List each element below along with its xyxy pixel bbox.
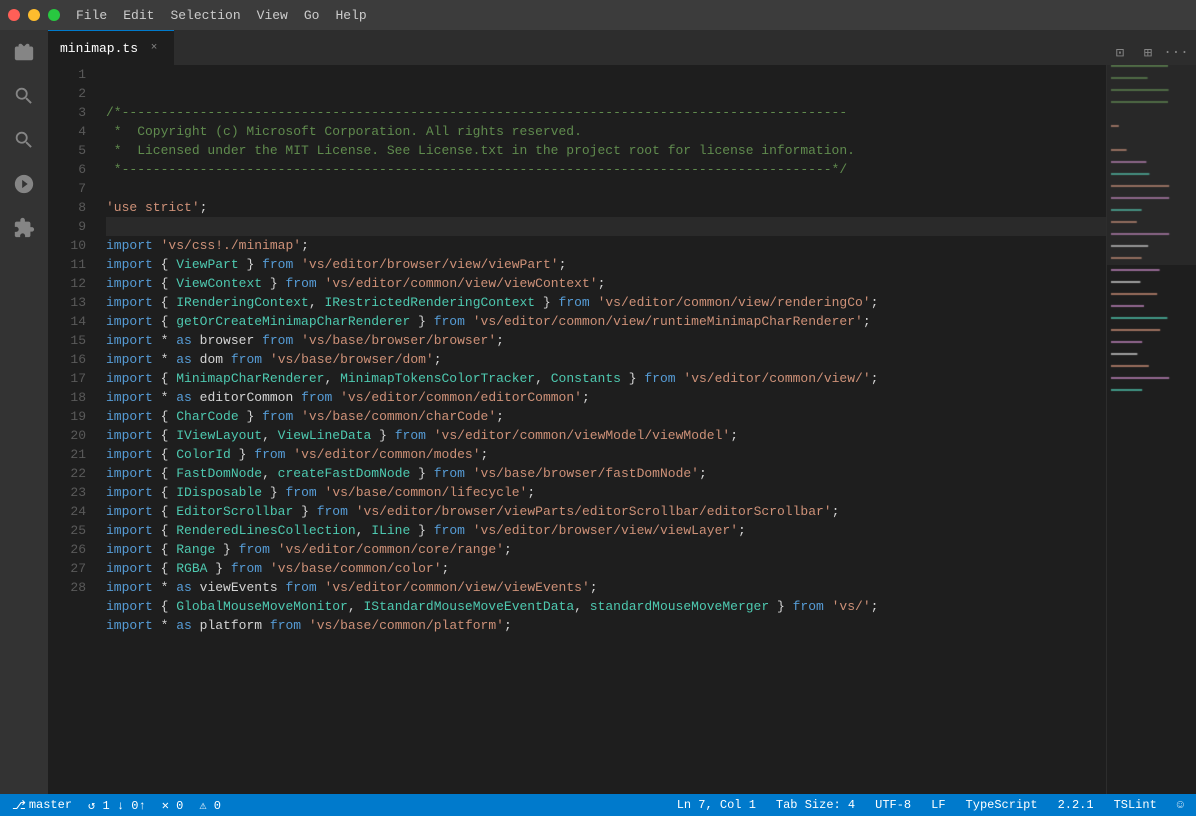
- tab-bar: minimap.ts × ⊡ ⊞ ···: [48, 30, 1196, 65]
- git-branch-icon: ⎇: [12, 798, 26, 813]
- code-editor: 1234567891011121314151617181920212223242…: [48, 65, 1196, 794]
- editor-area: minimap.ts × ⊡ ⊞ ··· 1234567891011121314…: [48, 30, 1196, 794]
- tab-size-label: Tab Size: 4: [776, 798, 855, 812]
- code-line-26: import * as viewEvents from 'vs/editor/c…: [106, 578, 1106, 597]
- linter[interactable]: TSLint: [1110, 794, 1161, 816]
- tab-minimap[interactable]: minimap.ts ×: [48, 30, 174, 65]
- minimap-viewport: [1107, 65, 1196, 265]
- code-line-22: import { EditorScrollbar } from 'vs/edit…: [106, 502, 1106, 521]
- sync-status[interactable]: ↺ 1 ↓ 0↑: [84, 794, 150, 816]
- branch-status[interactable]: ⎇ master: [8, 794, 76, 816]
- code-line-24: import { Range } from 'vs/editor/common/…: [106, 540, 1106, 559]
- tab-filename: minimap.ts: [60, 41, 138, 56]
- code-line-5: [106, 179, 1106, 198]
- position-label: Ln 7, Col 1: [677, 798, 756, 812]
- code-line-11: import { IRenderingContext, IRestrictedR…: [106, 293, 1106, 312]
- language-label: TypeScript: [966, 798, 1038, 812]
- menu-go[interactable]: Go: [304, 8, 320, 23]
- cursor-position[interactable]: Ln 7, Col 1: [673, 794, 760, 816]
- main-container: minimap.ts × ⊡ ⊞ ··· 1234567891011121314…: [0, 30, 1196, 794]
- status-right: Ln 7, Col 1 Tab Size: 4 UTF-8 LF TypeScr…: [673, 794, 1188, 816]
- code-line-20: import { FastDomNode, createFastDomNode …: [106, 464, 1106, 483]
- menu-help[interactable]: Help: [335, 8, 366, 23]
- tab-close-button[interactable]: ×: [146, 40, 162, 56]
- code-line-4: *---------------------------------------…: [106, 160, 1106, 179]
- code-line-13: import * as browser from 'vs/base/browse…: [106, 331, 1106, 350]
- errors-status[interactable]: ✕ 0: [158, 794, 188, 816]
- encoding-label: UTF-8: [875, 798, 911, 812]
- activity-search[interactable]: [10, 82, 38, 110]
- feedback[interactable]: ☺: [1173, 794, 1188, 816]
- code-line-27: import { GlobalMouseMoveMonitor, IStanda…: [106, 597, 1106, 616]
- code-line-23: import { RenderedLinesCollection, ILine …: [106, 521, 1106, 540]
- titlebar: File Edit Selection View Go Help: [0, 0, 1196, 30]
- smiley-icon: ☺: [1177, 798, 1184, 812]
- menu-selection[interactable]: Selection: [170, 8, 240, 23]
- activity-source-control[interactable]: [10, 126, 38, 154]
- tab-actions: ⊡ ⊞ ···: [1108, 41, 1196, 65]
- encoding[interactable]: UTF-8: [871, 794, 915, 816]
- code-line-15: import { MinimapCharRenderer, MinimapTok…: [106, 369, 1106, 388]
- code-line-19: import { ColorId } from 'vs/editor/commo…: [106, 445, 1106, 464]
- code-line-16: import * as editorCommon from 'vs/editor…: [106, 388, 1106, 407]
- code-line-3: * Licensed under the MIT License. See Li…: [106, 141, 1106, 160]
- menu-file[interactable]: File: [76, 8, 107, 23]
- code-line-10: import { ViewContext } from 'vs/editor/c…: [106, 274, 1106, 293]
- sync-label: ↺ 1 ↓ 0↑: [88, 798, 146, 813]
- line-numbers: 1234567891011121314151617181920212223242…: [48, 65, 98, 794]
- code-line-8: import 'vs/css!./minimap';: [106, 236, 1106, 255]
- code-line-7: [106, 217, 1106, 236]
- code-line-1: /*--------------------------------------…: [106, 103, 1106, 122]
- code-line-9: import { ViewPart } from 'vs/editor/brow…: [106, 255, 1106, 274]
- line-ending-label: LF: [931, 798, 945, 812]
- code-line-2: * Copyright (c) Microsoft Corporation. A…: [106, 122, 1106, 141]
- status-bar: ⎇ master ↺ 1 ↓ 0↑ ✕ 0 ⚠ 0 Ln 7, Col 1 Ta…: [0, 794, 1196, 816]
- maximize-button[interactable]: [48, 9, 60, 21]
- errors-label: ✕ 0: [162, 798, 184, 813]
- ts-version[interactable]: 2.2.1: [1054, 794, 1098, 816]
- tab-size[interactable]: Tab Size: 4: [772, 794, 859, 816]
- code-line-18: import { IViewLayout, ViewLineData } fro…: [106, 426, 1106, 445]
- activity-extensions[interactable]: [10, 214, 38, 242]
- more-actions-button[interactable]: ···: [1164, 41, 1188, 65]
- menu-view[interactable]: View: [257, 8, 288, 23]
- minimize-button[interactable]: [28, 9, 40, 21]
- linter-label: TSLint: [1114, 798, 1157, 812]
- code-line-14: import * as dom from 'vs/base/browser/do…: [106, 350, 1106, 369]
- code-line-12: import { getOrCreateMinimapCharRenderer …: [106, 312, 1106, 331]
- code-line-28: import * as platform from 'vs/base/commo…: [106, 616, 1106, 635]
- menu-edit[interactable]: Edit: [123, 8, 154, 23]
- close-button[interactable]: [8, 9, 20, 21]
- code-line-21: import { IDisposable } from 'vs/base/com…: [106, 483, 1106, 502]
- layout-button[interactable]: ⊞: [1136, 41, 1160, 65]
- branch-name: master: [29, 798, 72, 812]
- warnings-label: ⚠ 0: [199, 798, 221, 813]
- minimap[interactable]: [1106, 65, 1196, 794]
- line-ending[interactable]: LF: [927, 794, 949, 816]
- activity-explorer[interactable]: [10, 38, 38, 66]
- code-line-25: import { RGBA } from 'vs/base/common/col…: [106, 559, 1106, 578]
- activity-debug[interactable]: [10, 170, 38, 198]
- code-content[interactable]: /*--------------------------------------…: [98, 65, 1106, 794]
- warnings-status[interactable]: ⚠ 0: [195, 794, 225, 816]
- activity-bar: [0, 30, 48, 794]
- code-line-17: import { CharCode } from 'vs/base/common…: [106, 407, 1106, 426]
- status-left: ⎇ master ↺ 1 ↓ 0↑ ✕ 0 ⚠ 0: [8, 794, 225, 816]
- ts-version-label: 2.2.1: [1058, 798, 1094, 812]
- language-mode[interactable]: TypeScript: [962, 794, 1042, 816]
- menu-bar: File Edit Selection View Go Help: [76, 8, 367, 23]
- split-editor-button[interactable]: ⊡: [1108, 41, 1132, 65]
- code-line-6: 'use strict';: [106, 198, 1106, 217]
